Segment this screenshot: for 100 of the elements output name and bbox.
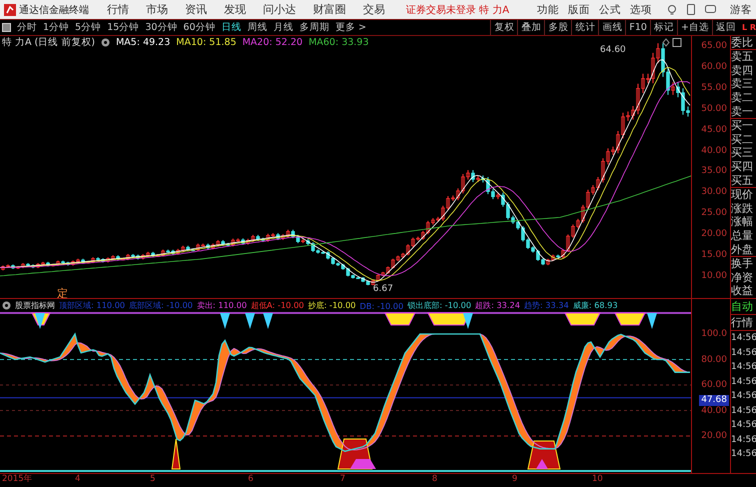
date-axis-label: 9 (512, 474, 518, 485)
date-axis-label: 2015年 (2, 474, 33, 485)
login-notice: 证券交易未登录 特 力A (406, 4, 510, 16)
indicator-value: 底部区域: -10.00 (129, 300, 193, 311)
period-tab[interactable]: 多周期 (299, 21, 330, 34)
bulb-icon[interactable] (667, 4, 677, 14)
message-icon[interactable] (705, 5, 716, 14)
menu-item[interactable]: 财富圈 (313, 2, 346, 17)
period-tab[interactable]: 15分钟 (107, 21, 140, 34)
quote-label: 买三 (731, 146, 754, 160)
toolbar-button[interactable]: 画线 (598, 20, 626, 35)
quote-label: 收益 (731, 284, 754, 298)
menu-item[interactable]: 问小达 (263, 2, 296, 17)
triangle-marker (35, 313, 45, 329)
gear-icon[interactable] (100, 38, 110, 47)
toolbar-button[interactable]: 多股 (544, 20, 572, 35)
menu-item[interactable]: 版面 (568, 2, 590, 16)
bottom-signal-marker (171, 438, 181, 470)
side-tab[interactable]: 行情 (731, 315, 756, 331)
current-value-badge: 47.68 (699, 395, 729, 406)
indicator-value: 顶部区域: 110.00 (59, 300, 126, 311)
period-tab[interactable]: 日线 (221, 21, 242, 34)
quote-label: 现价 (731, 188, 754, 202)
top-signal-marker (614, 312, 646, 326)
period-tab[interactable]: 1分钟 (43, 21, 70, 34)
quote-label: 买二 (731, 132, 754, 146)
stock-title: 特 力A (日线 前复权) (2, 36, 95, 49)
indicator-value: DB: -10.00 (360, 300, 404, 310)
user-name[interactable]: 游客 (730, 2, 752, 16)
period-tab[interactable]: 5分钟 (75, 21, 102, 34)
triangle-marker (245, 313, 255, 329)
indicator-value: 抄底: -10.00 (308, 300, 356, 311)
toolbar-button[interactable]: 统计 (571, 20, 598, 35)
indicator-axis-label: 20.00 (701, 430, 727, 442)
triangle-marker (463, 313, 473, 329)
quote-label: 卖三 (731, 77, 754, 92)
window-title: 通达信金融终端 (19, 4, 89, 16)
indicator-axis-label: 80.00 (701, 354, 727, 366)
time-label: 14:56 (731, 332, 756, 345)
period-tab[interactable]: 周线 (247, 21, 268, 34)
phone-icon[interactable] (687, 4, 695, 15)
period-tab[interactable]: 更多 > (335, 21, 366, 34)
ma-value: MA20: 52.20 (242, 37, 303, 48)
menu-item[interactable]: 交易 (363, 2, 385, 17)
price-axis-label: 20.00 (701, 228, 727, 240)
side-tab[interactable]: 自动 (731, 299, 756, 315)
price-axis-label: 40.00 (701, 144, 727, 157)
period-tab[interactable]: 30分钟 (145, 21, 178, 34)
quote-label: 外盘 (731, 242, 756, 257)
quote-label: 卖五 (731, 50, 754, 64)
logo-icon (4, 4, 16, 16)
period-tab[interactable]: 分时 (17, 21, 37, 34)
top-signal-marker (564, 312, 601, 326)
indicator-value: 趋势: 33.34 (524, 300, 569, 311)
menu-item[interactable]: 资讯 (185, 2, 207, 17)
time-label: 14:56 (731, 419, 756, 432)
quote-label: 买五 (731, 174, 756, 188)
quote-label: 净资 (731, 270, 754, 284)
price-axis-label: 65.00 (701, 40, 727, 52)
toolbar-button[interactable]: 叠加 (517, 20, 544, 35)
time-label: 14:56 (731, 390, 756, 403)
date-axis-label: 4 (75, 474, 80, 485)
triangle-marker (220, 313, 230, 329)
menu-item[interactable]: 行情 (107, 2, 129, 17)
price-axis-label: 45.00 (701, 124, 727, 136)
indicator-value: 超低A: -10.00 (250, 300, 304, 311)
quote-label: 涨幅 (731, 215, 754, 230)
indicator-axis-label: 60.00 (701, 379, 727, 391)
period-tab[interactable]: 月线 (273, 21, 294, 34)
triangle-marker (263, 313, 273, 329)
period-tab[interactable]: 60分钟 (183, 21, 216, 34)
indicator-axis-label: 40.00 (701, 404, 727, 416)
toolbar-button[interactable]: 标记 (650, 20, 677, 35)
menu-item[interactable]: 公式 (599, 2, 621, 16)
gear-icon[interactable] (2, 301, 11, 310)
quote-label: 卖二 (731, 91, 754, 105)
corner-mark: L R (742, 23, 756, 32)
low-price-label: 6.67 (373, 284, 394, 294)
indicator-value: 卖出: 110.00 (196, 300, 247, 311)
date-axis-label: 5 (150, 474, 156, 485)
price-axis-label: 60.00 (701, 60, 727, 73)
quote-label: 总量 (731, 229, 754, 243)
toolbar-button[interactable]: 返回 (712, 20, 739, 35)
menu-item[interactable]: 发现 (224, 2, 246, 17)
menu-item[interactable]: 市场 (146, 2, 168, 17)
price-axis-label: 15.00 (701, 249, 727, 262)
price-axis-label: 50.00 (701, 102, 727, 115)
menu-item[interactable]: 选项 (630, 2, 652, 16)
indicator-axis-label: 100.0 (701, 328, 727, 340)
quote-label: 委比 (731, 36, 756, 50)
ma-value: MA10: 51.85 (176, 37, 236, 48)
ma-value: MA5: 49.23 (116, 37, 170, 48)
indicator-name: 股票指标网 (15, 300, 55, 311)
toolbar-button[interactable]: +自选 (676, 20, 712, 35)
toolbar-button[interactable]: F10 (625, 20, 650, 35)
toolbar-button[interactable]: 复权 (490, 20, 518, 35)
menu-item[interactable]: 功能 (537, 2, 559, 16)
date-axis-label: 8 (432, 474, 438, 485)
quote-label: 买一 (731, 118, 754, 133)
diamond-icon[interactable] (662, 38, 682, 47)
